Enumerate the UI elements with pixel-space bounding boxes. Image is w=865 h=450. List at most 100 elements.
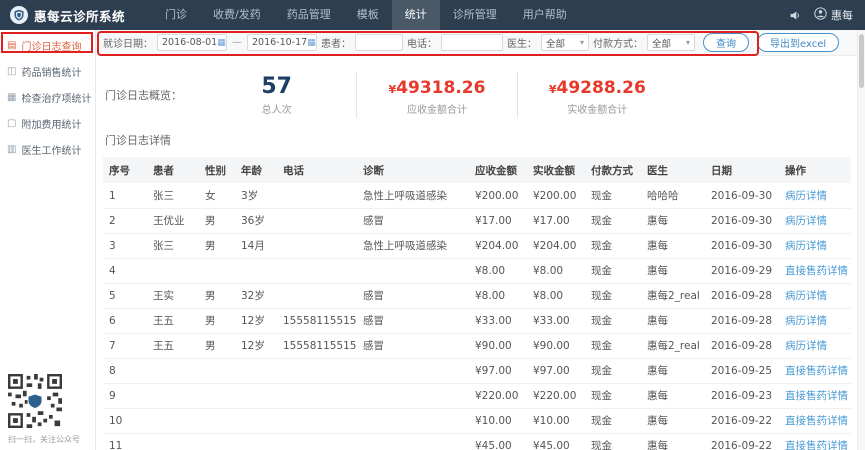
row-action-link[interactable]: 直接售药详情 xyxy=(785,440,848,450)
table-cell xyxy=(357,383,469,409)
table-cell: 6 xyxy=(103,308,147,334)
row-action-link[interactable]: 病历详情 xyxy=(785,190,827,202)
sidebar-item-1[interactable]: ▤ 门诊日志查询 xyxy=(0,32,95,58)
user-name: 惠每 xyxy=(831,9,853,22)
nav-item-1[interactable]: 门诊 xyxy=(152,0,200,30)
table-cell xyxy=(357,258,469,284)
export-excel-button[interactable]: 导出到excel xyxy=(757,33,840,52)
table-cell xyxy=(235,383,277,409)
user-menu[interactable]: 惠每 xyxy=(814,7,853,23)
table-cell: 张三 xyxy=(147,233,199,259)
table-cell xyxy=(357,408,469,434)
table-cell xyxy=(277,433,357,450)
table-cell: 惠每 xyxy=(641,358,705,384)
stat-total-visits-caption: 总人次 xyxy=(261,105,292,117)
table-cell: 男 xyxy=(199,283,235,309)
table-cell: 惠每2_real xyxy=(641,333,705,359)
nav-item-4[interactable]: 模板 xyxy=(344,0,392,30)
detail-section-title: 门诊日志详情 xyxy=(105,134,171,148)
table-cell: 现金 xyxy=(585,408,641,434)
vertical-scrollbar[interactable] xyxy=(857,30,865,450)
outpatient-log-table: 序号 患者 性别 年龄 电话 诊断 应收金额 实收金额 付款方式 医生 日期 操作 1 张三女 3岁 急性上… xyxy=(103,157,851,450)
nav-item-3[interactable]: 药品管理 xyxy=(274,0,344,30)
summary-stats: 57 总人次 ¥49318.26 应收金额合计 ¥49288.26 实收金额合计 xyxy=(197,72,677,119)
phone-input[interactable] xyxy=(441,34,503,51)
row-action-link[interactable]: 直接售药详情 xyxy=(785,390,848,402)
query-button[interactable]: 查询 xyxy=(703,33,749,52)
column-header: 日期 xyxy=(705,157,779,184)
stat-received-total: ¥49288.26 实收金额合计 xyxy=(516,72,677,119)
action-cell: 病历详情 xyxy=(779,333,851,359)
date-to-value: 2016-10-17 xyxy=(252,37,308,48)
payment-select[interactable]: 全部 ▾ xyxy=(647,34,695,51)
table-cell: 4 xyxy=(103,258,147,284)
table-cell: 9 xyxy=(103,383,147,409)
row-action-link[interactable]: 直接售药详情 xyxy=(785,365,848,377)
stat-total-visits: 57 总人次 xyxy=(197,72,356,118)
table-cell xyxy=(277,383,357,409)
table-cell: ¥220.00 xyxy=(527,383,585,409)
nav-item-6[interactable]: 诊所管理 xyxy=(440,0,510,30)
sidebar-item-label: 检查治疗项统计 xyxy=(21,93,92,105)
scrollbar-thumb[interactable] xyxy=(859,34,864,88)
filter-bar: 就诊日期： 2016-08-01 ▦ — 2016-10-17 ▦ 患者： 电话… xyxy=(97,30,857,56)
summary-section: 门诊日志概览： 57 总人次 ¥49318.26 应收金额合计 ¥49288.2… xyxy=(97,56,857,130)
table-cell xyxy=(277,208,357,234)
row-action-link[interactable]: 病历详情 xyxy=(785,240,827,252)
table-cell xyxy=(357,433,469,450)
sidebar-item-4[interactable]: ▢ 附加费用统计 xyxy=(0,110,95,136)
table-cell xyxy=(199,258,235,284)
main-content: 就诊日期： 2016-08-01 ▦ — 2016-10-17 ▦ 患者： 电话… xyxy=(97,30,857,450)
table-cell: 现金 xyxy=(585,233,641,259)
table-cell: 现金 xyxy=(585,383,641,409)
sidebar-item-2[interactable]: ◫ 药品销售统计 xyxy=(0,58,95,84)
doctor-selected-value: 全部 xyxy=(546,38,566,50)
nav-item-5[interactable]: 统计 xyxy=(391,0,440,30)
extra-fee-icon: ▢ xyxy=(7,117,17,129)
sidebar-item-3[interactable]: ▦ 检查治疗项统计 xyxy=(0,84,95,110)
action-cell: 直接售药详情 xyxy=(779,358,851,384)
row-action-link[interactable]: 直接售药详情 xyxy=(785,265,848,277)
row-action-link[interactable]: 病历详情 xyxy=(785,340,827,352)
row-action-link[interactable]: 病历详情 xyxy=(785,290,827,302)
chevron-down-icon: ▾ xyxy=(579,38,584,47)
column-header: 年龄 xyxy=(235,157,277,184)
row-action-link[interactable]: 病历详情 xyxy=(785,315,827,327)
patient-input[interactable] xyxy=(355,34,403,51)
nav-item-2[interactable]: 收费/发药 xyxy=(200,0,274,30)
sidebar-item-5[interactable]: ▥ 医生工作统计 xyxy=(0,136,95,162)
table-cell: 现金 xyxy=(585,183,641,209)
doctor-select[interactable]: 全部 ▾ xyxy=(541,34,589,51)
qr-caption: 扫一扫，关注公众号 xyxy=(8,435,80,444)
table-row: 1 张三女 3岁 急性上呼吸道感染 ¥200.00 ¥200.00 现金 哈哈哈 2016-09… xyxy=(103,183,851,209)
nav-item-7[interactable]: 用户帮助 xyxy=(510,0,580,30)
row-action-link[interactable]: 病历详情 xyxy=(785,215,827,227)
calendar-icon[interactable]: ▦ xyxy=(307,38,316,48)
top-navbar: 惠每云诊所系统 门诊 收费/发药 药品管理 模板 统计 诊所管理 用户帮助 惠每 xyxy=(0,0,865,30)
table-row: 7 王五男 12岁 15558115515 感冒 ¥90.00 ¥90.00 现金 惠每2_re… xyxy=(103,333,851,359)
announcement-speaker-icon[interactable] xyxy=(789,9,802,22)
doctor-work-icon: ▥ xyxy=(7,143,17,155)
table-cell: 感冒 xyxy=(357,283,469,309)
brand: 惠每云诊所系统 xyxy=(0,6,152,25)
date-from-input[interactable]: 2016-08-01 ▦ xyxy=(157,34,227,51)
table-cell: 2016-09-28 xyxy=(705,308,779,334)
table-cell: 男 xyxy=(199,233,235,259)
exam-treatment-icon: ▦ xyxy=(7,91,17,103)
table-cell: 现金 xyxy=(585,308,641,334)
table-cell: ¥33.00 xyxy=(527,308,585,334)
table-cell: 急性上呼吸道感染 xyxy=(357,183,469,209)
date-to-input[interactable]: 2016-10-17 ▦ xyxy=(247,34,317,51)
stat-receivable-total: ¥49318.26 应收金额合计 xyxy=(356,72,516,119)
row-action-link[interactable]: 直接售药详情 xyxy=(785,415,848,427)
column-header: 诊断 xyxy=(357,157,469,184)
table-cell xyxy=(147,408,199,434)
table-cell: 感冒 xyxy=(357,333,469,359)
table-cell: 惠每 xyxy=(641,258,705,284)
calendar-icon[interactable]: ▦ xyxy=(217,38,226,48)
stat-receivable-value: 49318.26 xyxy=(396,78,486,98)
table-row: 8 ¥97.00 ¥97.00 现金 惠每 2016-09-25 直接售药详情 xyxy=(103,358,851,384)
table-cell: ¥45.00 xyxy=(469,433,527,450)
column-header: 操作 xyxy=(779,157,851,184)
table-cell: 2016-09-22 xyxy=(705,408,779,434)
